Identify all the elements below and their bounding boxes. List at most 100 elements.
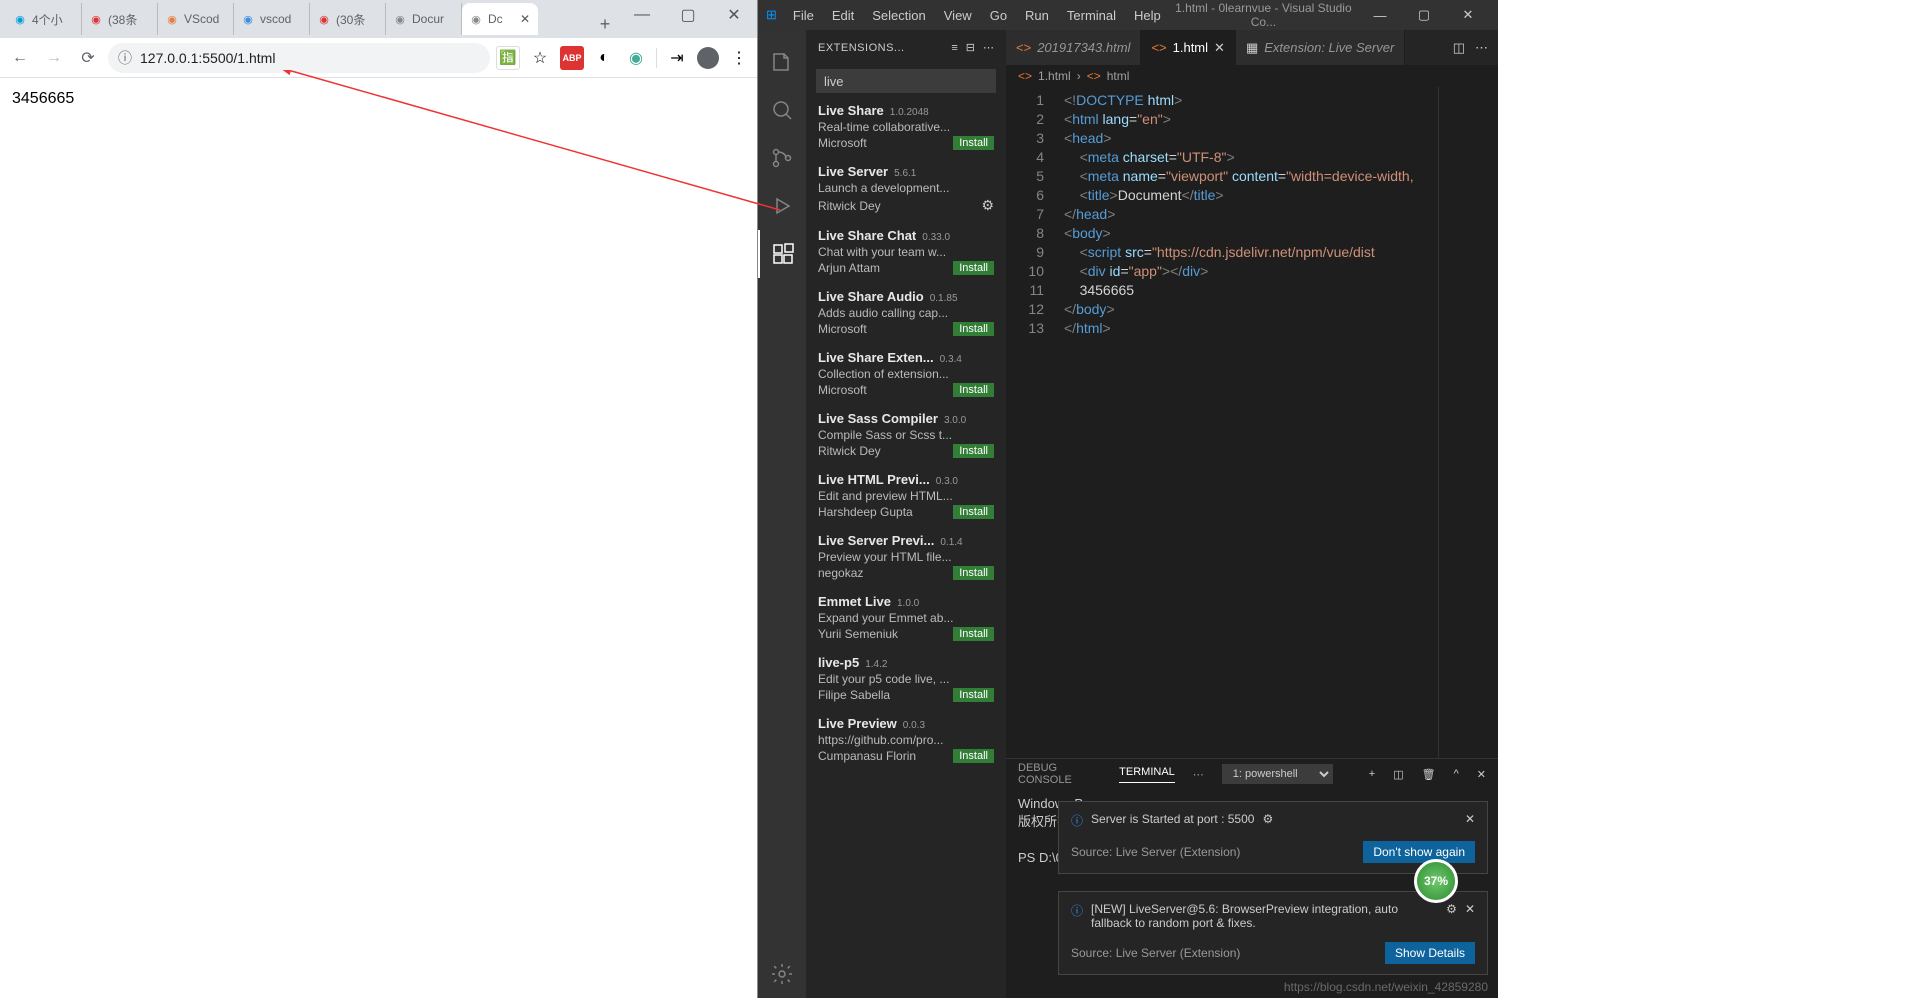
notification-close-icon[interactable]: ✕ bbox=[1465, 902, 1475, 916]
extension-icon-2[interactable]: ◉ bbox=[624, 46, 648, 70]
extension-item[interactable]: Live Share1.0.2048Real-time collaborativ… bbox=[806, 97, 1006, 158]
clear-icon[interactable]: ⊟ bbox=[966, 41, 975, 54]
browser-tab[interactable]: ◉(30条 bbox=[310, 3, 386, 35]
manage-gear-icon[interactable]: ⚙ bbox=[981, 197, 994, 214]
show-details-button[interactable]: Show Details bbox=[1385, 942, 1475, 964]
notification-close-icon[interactable]: ✕ bbox=[1465, 812, 1475, 826]
panel-more-icon[interactable]: ⋯ bbox=[1193, 768, 1204, 781]
search-icon[interactable] bbox=[758, 86, 806, 134]
install-button[interactable]: Install bbox=[953, 136, 994, 150]
bookmark-icon[interactable]: ☆ bbox=[528, 46, 552, 70]
extension-item[interactable]: Live HTML Previ...0.3.0Edit and preview … bbox=[806, 466, 1006, 527]
url-text: 127.0.0.1:5500/1.html bbox=[140, 50, 275, 66]
info-icon[interactable]: ⓘ bbox=[118, 48, 132, 68]
vscode-minimize[interactable]: — bbox=[1358, 0, 1402, 30]
extension-search-input[interactable]: live bbox=[816, 69, 996, 93]
extension-item[interactable]: Live Server5.6.1Launch a development...R… bbox=[806, 158, 1006, 222]
settings-gear-icon[interactable] bbox=[758, 950, 806, 998]
extension-item[interactable]: Live Share Exten...0.3.4Collection of ex… bbox=[806, 344, 1006, 405]
install-button[interactable]: Install bbox=[953, 749, 994, 763]
split-terminal-icon[interactable]: ◫ bbox=[1393, 768, 1403, 781]
notification-gear-icon[interactable]: ⚙ bbox=[1446, 902, 1457, 916]
menu-terminal[interactable]: Terminal bbox=[1059, 4, 1124, 27]
extension-item[interactable]: Live Preview0.0.3https://github.com/pro.… bbox=[806, 710, 1006, 771]
line-gutter: 12345678910111213 bbox=[1006, 87, 1056, 758]
tab-debug-console[interactable]: DEBUG CONSOLE bbox=[1018, 762, 1101, 786]
notification-liveserver-new: ⓘ [NEW] LiveServer@5.6: BrowserPreview i… bbox=[1058, 891, 1488, 975]
install-button[interactable]: Install bbox=[953, 505, 994, 519]
menu-file[interactable]: File bbox=[785, 4, 822, 27]
filter-icon[interactable]: ≡ bbox=[951, 42, 957, 54]
vscode-close[interactable]: ✕ bbox=[1446, 0, 1490, 30]
menu-edit[interactable]: Edit bbox=[824, 4, 862, 27]
extension-icon-1[interactable]: ◐ bbox=[592, 46, 616, 70]
tab-close-icon[interactable]: ✕ bbox=[1214, 40, 1225, 56]
split-editor-icon[interactable]: ◫ bbox=[1453, 40, 1465, 56]
vscode-body: EXTENSIONS... ≡ ⊟ ⋯ live Live Share1.0.2… bbox=[758, 30, 1498, 998]
menu-icon[interactable]: ⋮ bbox=[727, 46, 751, 70]
more-icon[interactable]: ⋯ bbox=[983, 41, 994, 54]
tab-terminal[interactable]: TERMINAL bbox=[1119, 766, 1175, 783]
close-panel-icon[interactable]: ✕ bbox=[1477, 768, 1486, 781]
editor-tab[interactable]: <>1.html✕ bbox=[1141, 30, 1236, 65]
speed-indicator[interactable]: 37% bbox=[1414, 859, 1458, 903]
install-button[interactable]: Install bbox=[953, 688, 994, 702]
extension-item[interactable]: live-p51.4.2Edit your p5 code live, ...F… bbox=[806, 649, 1006, 710]
install-button[interactable]: Install bbox=[953, 627, 994, 641]
menu-go[interactable]: Go bbox=[982, 4, 1015, 27]
browser-tab[interactable]: ◉4个小 bbox=[6, 3, 82, 35]
activity-bar bbox=[758, 30, 806, 998]
extension-item[interactable]: Live Share Audio0.1.85Adds audio calling… bbox=[806, 283, 1006, 344]
minimap[interactable] bbox=[1438, 87, 1498, 758]
browser-tab[interactable]: ◉(38条 bbox=[82, 3, 158, 35]
code-content[interactable]: <!DOCTYPE html><html lang="en"><head> <m… bbox=[1056, 87, 1438, 758]
debug-icon[interactable] bbox=[758, 182, 806, 230]
install-button[interactable]: Install bbox=[953, 444, 994, 458]
extension-item[interactable]: Live Server Previ...0.1.4Preview your HT… bbox=[806, 527, 1006, 588]
notification-gear-icon[interactable]: ⚙ bbox=[1262, 812, 1273, 826]
install-button[interactable]: Install bbox=[953, 261, 994, 275]
forward-button[interactable]: → bbox=[40, 44, 68, 72]
install-button[interactable]: Install bbox=[953, 322, 994, 336]
readinglist-icon[interactable]: ⇥ bbox=[665, 46, 689, 70]
close-button[interactable]: ✕ bbox=[711, 0, 757, 30]
more-actions-icon[interactable]: ⋯ bbox=[1475, 40, 1488, 56]
menu-view[interactable]: View bbox=[936, 4, 980, 27]
dont-show-again-button[interactable]: Don't show again bbox=[1363, 841, 1475, 863]
minimize-button[interactable]: — bbox=[619, 0, 665, 30]
install-button[interactable]: Install bbox=[953, 383, 994, 397]
menu-run[interactable]: Run bbox=[1017, 4, 1057, 27]
address-bar[interactable]: ⓘ 127.0.0.1:5500/1.html bbox=[108, 43, 490, 73]
browser-tab[interactable]: ◉Dc✕ bbox=[462, 3, 538, 35]
editor-tab[interactable]: ▦Extension: Live Server bbox=[1236, 30, 1405, 65]
back-button[interactable]: ← bbox=[6, 44, 34, 72]
shell-selector[interactable]: 1: powershell bbox=[1222, 764, 1333, 784]
abp-icon[interactable]: ABP bbox=[560, 46, 584, 70]
vscode-maximize[interactable]: ▢ bbox=[1402, 0, 1446, 30]
tab-close-icon[interactable]: ✕ bbox=[518, 12, 532, 26]
new-terminal-icon[interactable]: + bbox=[1369, 768, 1375, 780]
maximize-button[interactable]: ▢ bbox=[665, 0, 711, 30]
explorer-icon[interactable] bbox=[758, 38, 806, 86]
new-tab-button[interactable]: + bbox=[591, 10, 619, 38]
menu-help[interactable]: Help bbox=[1126, 4, 1169, 27]
breadcrumbs[interactable]: <> 1.html › <> html bbox=[1006, 65, 1498, 87]
install-button[interactable]: Install bbox=[953, 566, 994, 580]
kill-terminal-icon[interactable]: 🗑 bbox=[1422, 768, 1436, 781]
extension-item[interactable]: Live Sass Compiler3.0.0Compile Sass or S… bbox=[806, 405, 1006, 466]
maximize-panel-icon[interactable]: ^ bbox=[1454, 768, 1459, 780]
menu-selection[interactable]: Selection bbox=[864, 4, 933, 27]
profile-icon[interactable] bbox=[697, 47, 719, 69]
extension-item[interactable]: Live Share Chat0.33.0Chat with your team… bbox=[806, 222, 1006, 283]
favicon: ◉ bbox=[316, 11, 332, 27]
browser-tab[interactable]: ◉Docur bbox=[386, 3, 462, 35]
browser-tab[interactable]: ◉vscod bbox=[234, 3, 310, 35]
translate-icon[interactable]: 🈯 bbox=[496, 46, 520, 70]
extensions-icon[interactable] bbox=[758, 230, 806, 278]
extension-item[interactable]: Emmet Live1.0.0Expand your Emmet ab...Yu… bbox=[806, 588, 1006, 649]
reload-button[interactable]: ⟳ bbox=[74, 44, 102, 72]
scm-icon[interactable] bbox=[758, 134, 806, 182]
code-editor[interactable]: 12345678910111213 <!DOCTYPE html><html l… bbox=[1006, 87, 1498, 758]
editor-tab[interactable]: <>201917343.html bbox=[1006, 30, 1141, 65]
browser-tab[interactable]: ◉VScod bbox=[158, 3, 234, 35]
